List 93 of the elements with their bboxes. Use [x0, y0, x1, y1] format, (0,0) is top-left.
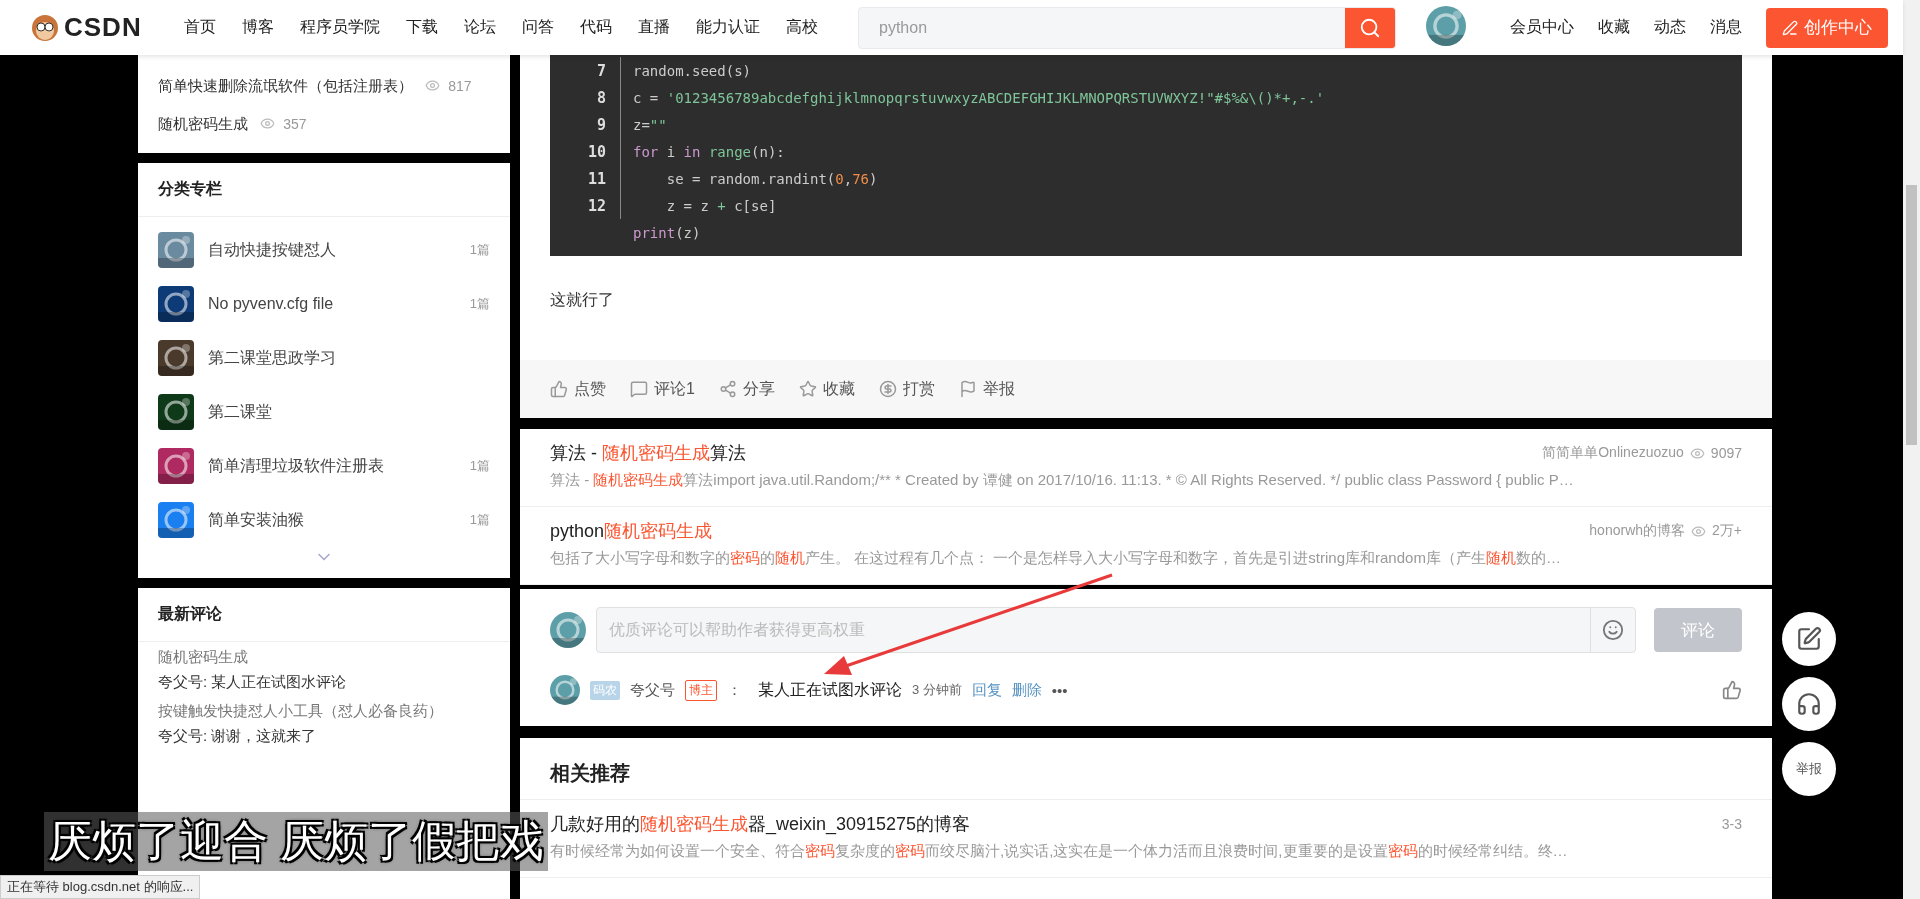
nav-link[interactable]: 高校: [786, 17, 818, 38]
nav-link[interactable]: 能力认证: [696, 17, 760, 38]
report-button[interactable]: 举报: [1782, 742, 1836, 796]
scrollbar[interactable]: [1903, 0, 1920, 899]
thumbs-up-icon[interactable]: [1722, 680, 1742, 700]
eye-icon: [260, 116, 276, 131]
eye-icon: [1691, 523, 1707, 539]
author-name: honorwh的博客: [1589, 522, 1686, 540]
nav-link[interactable]: 代码: [580, 17, 612, 38]
code-line: for i in range(n):: [633, 143, 785, 160]
comment-text: 某人正在试图水评论: [758, 679, 902, 700]
column-item[interactable]: No pyvenv.cfg file 1篇: [138, 277, 510, 331]
column-item[interactable]: 简单清理垃圾软件注册表 1篇: [138, 439, 510, 493]
article-date: 3-3: [1721, 816, 1742, 832]
search-button[interactable]: [1345, 7, 1395, 48]
view-count: 9097: [1710, 445, 1742, 461]
comment-time: 3 分钟前: [912, 681, 962, 699]
search-icon: [1359, 16, 1381, 39]
badge: 码农: [590, 680, 620, 700]
edit-button[interactable]: [1782, 612, 1836, 666]
comment-text: 夸父号: 某人正在试图水评论: [157, 672, 348, 692]
support-button[interactable]: [1782, 677, 1836, 731]
header-link[interactable]: 动态: [1654, 17, 1686, 38]
author-name[interactable]: 夸父号: [630, 680, 675, 700]
section-title: 相关推荐: [520, 738, 1772, 800]
author-name: 简简单单Onlinezuozuo: [1542, 444, 1684, 462]
article-summary: 有时候经常为如何设置一个安全、符合密码复杂度的密码而绞尽脑汁,说实话,这实在是一个体力活而且浪费时间,更重要的是设置密码的时候经常纠结。终…: [550, 842, 1569, 861]
nav-link[interactable]: 程序员学院: [300, 17, 380, 38]
edit-icon: [1796, 626, 1822, 652]
comment-icon: [630, 380, 648, 398]
pen-icon: [1782, 19, 1798, 36]
article-title[interactable]: python随机密码生成: [550, 519, 713, 543]
nav-link[interactable]: 首页: [184, 17, 216, 38]
view-count: 2万+: [1712, 522, 1742, 540]
logo-text[interactable]: CSDN: [64, 12, 142, 43]
column-item[interactable]: 第二课堂: [138, 385, 510, 439]
separator: ：: [727, 680, 742, 700]
article-link[interactable]: 随机密码生成 357: [138, 105, 510, 143]
comment-box[interactable]: 优质评论可以帮助作者获得更高权重: [596, 607, 1636, 653]
article-title[interactable]: 几款好用的随机密码生成器_weixin_30915275的博客: [550, 812, 971, 836]
reward-icon: [878, 380, 897, 398]
nav-link[interactable]: 下载: [406, 17, 438, 38]
eye-icon: [425, 78, 441, 93]
action-button[interactable]: 打赏: [878, 378, 935, 400]
code-line: c = '0123456789abcdefghijklmnopqrstuvwxyzABCDEFGHIJKLMNOPQRSTUVWXYZ!"#$%&\()*+,-.': [633, 89, 1325, 106]
line-number: 10: [586, 142, 607, 161]
flag-icon: [958, 380, 977, 398]
line-number: 8: [595, 88, 607, 107]
more-button[interactable]: •••: [1051, 681, 1068, 699]
line-number: 9: [595, 115, 607, 134]
line-number: 7: [595, 61, 607, 80]
role-badge: 博主: [685, 679, 717, 701]
column-item[interactable]: 第二课堂思政学习: [138, 331, 510, 385]
code-line: random.seed(s): [633, 62, 751, 79]
header-link[interactable]: 会员中心: [1510, 17, 1574, 38]
nav-link[interactable]: 论坛: [464, 17, 496, 38]
comment-text: 夸父号: 谢谢，这就来了: [157, 726, 318, 746]
article-title[interactable]: 算法 - 随机密码生成算法: [550, 441, 746, 465]
line-number: 11: [586, 169, 607, 188]
article-link[interactable]: 随机密码生成: [138, 642, 510, 667]
action-button[interactable]: 评论1: [630, 378, 695, 400]
status-bar: 正在等待 blog.csdn.net 的响应...: [0, 875, 201, 899]
code-line: se = random.randint(0,76): [665, 170, 878, 187]
eye-icon: [1689, 445, 1705, 461]
like-icon: [550, 380, 568, 398]
share-icon: [718, 380, 737, 398]
paragraph: 这就行了: [550, 290, 615, 310]
section-title: 分类专栏: [138, 163, 510, 217]
column-item[interactable]: 简单安装油猴 1篇: [138, 493, 510, 547]
column-item[interactable]: 自动快捷按键怼人 1篇: [138, 223, 510, 277]
code-line: print(z): [633, 224, 701, 241]
article-summary: 包括了大小写字母和数字的密码的随机产生。 在这过程有几个点： 一个是怎样导入大小写字母和数字，首先是引进string库和random库（产生随机数的…: [550, 549, 1562, 568]
article-link[interactable]: 简单快速删除流氓软件（包括注册表） 817: [138, 67, 510, 105]
article-summary: 算法 - 随机密码生成算法import java.util.Random;/** * Created by 谭健 on 2017/10/16. 11:13. * © All Rights Reserved. */ public class Password { public P…: [550, 471, 1575, 490]
action-button[interactable]: 收藏: [798, 378, 855, 400]
action-button[interactable]: 点赞: [550, 378, 606, 400]
nav-link[interactable]: 博客: [242, 17, 274, 38]
nav-link[interactable]: 问答: [522, 17, 554, 38]
monkey-logo-icon[interactable]: [30, 12, 60, 43]
header-link[interactable]: 消息: [1710, 17, 1742, 38]
star-icon: [798, 380, 817, 398]
article-link[interactable]: 按键触发快捷怼人小工具（怼人必备良药）: [138, 696, 510, 721]
header-link[interactable]: 收藏: [1598, 17, 1630, 38]
code-line: z = z + c[se]: [665, 197, 777, 214]
section-title: 最新评论: [138, 588, 510, 642]
code-line: z="": [633, 116, 667, 133]
comment-field[interactable]: 优质评论可以帮助作者获得更高权重: [597, 621, 1590, 639]
headset-icon: [1796, 691, 1822, 717]
action-button[interactable]: 分享: [718, 378, 775, 400]
emoji-icon[interactable]: [1602, 619, 1624, 641]
line-number: 12: [586, 196, 607, 215]
action-button[interactable]: 举报: [958, 378, 1015, 400]
nav-link[interactable]: 直播: [638, 17, 670, 38]
